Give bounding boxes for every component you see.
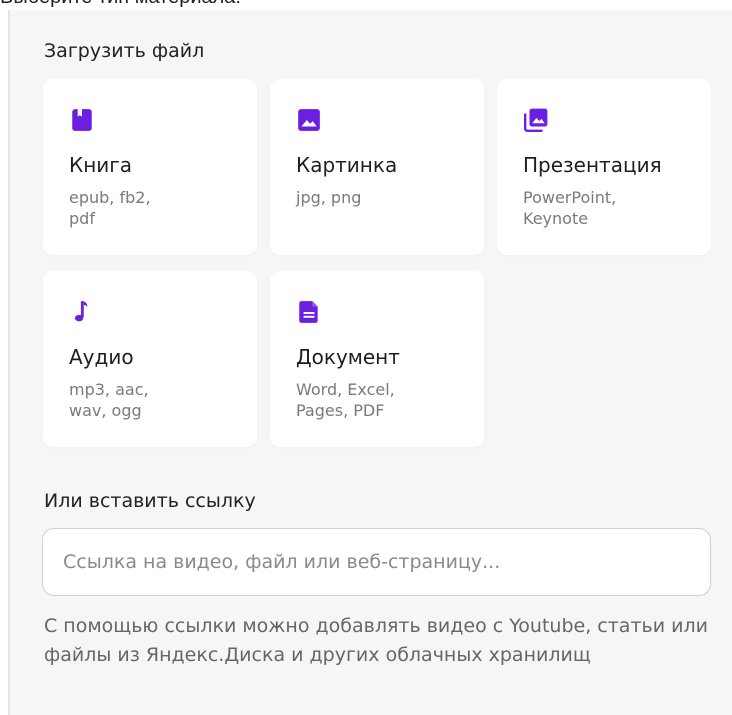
upload-section-title: Загрузить файл	[44, 40, 205, 62]
presentation-icon	[523, 108, 548, 133]
link-input[interactable]	[42, 528, 711, 596]
card-audio[interactable]: Аудио mp3, aac, wav, ogg	[43, 271, 257, 447]
card-document[interactable]: Документ Word, Excel, Pages, PDF	[270, 271, 484, 447]
card-document-formats: Word, Excel, Pages, PDF	[296, 380, 395, 420]
card-presentation-label: Презентация	[523, 153, 662, 177]
card-presentation[interactable]: Презентация PowerPoint, Keynote	[497, 79, 711, 255]
image-icon	[298, 109, 320, 131]
card-audio-formats: mp3, aac, wav, ogg	[69, 380, 149, 420]
page-heading: Выберите тип материала:	[0, 0, 241, 9]
material-panel: Загрузить файл Книга epub, fb2, pdf Карт…	[8, 10, 732, 715]
card-book[interactable]: Книга epub, fb2, pdf	[43, 79, 257, 255]
card-audio-label: Аудио	[69, 345, 134, 369]
card-presentation-formats: PowerPoint, Keynote	[523, 188, 617, 228]
book-icon	[72, 109, 92, 131]
music-note-icon	[74, 301, 88, 322]
link-hint: С помощью ссылки можно добавлять видео с…	[44, 615, 708, 666]
card-image-label: Картинка	[296, 153, 398, 177]
document-icon	[299, 301, 318, 323]
card-book-label: Книга	[69, 153, 133, 177]
card-image-formats: jpg, png	[296, 188, 362, 207]
card-document-label: Документ	[296, 345, 400, 369]
card-book-formats: epub, fb2, pdf	[69, 188, 151, 228]
link-section-title: Или вставить ссылку	[44, 490, 256, 512]
card-image[interactable]: Картинка jpg, png	[270, 79, 484, 255]
